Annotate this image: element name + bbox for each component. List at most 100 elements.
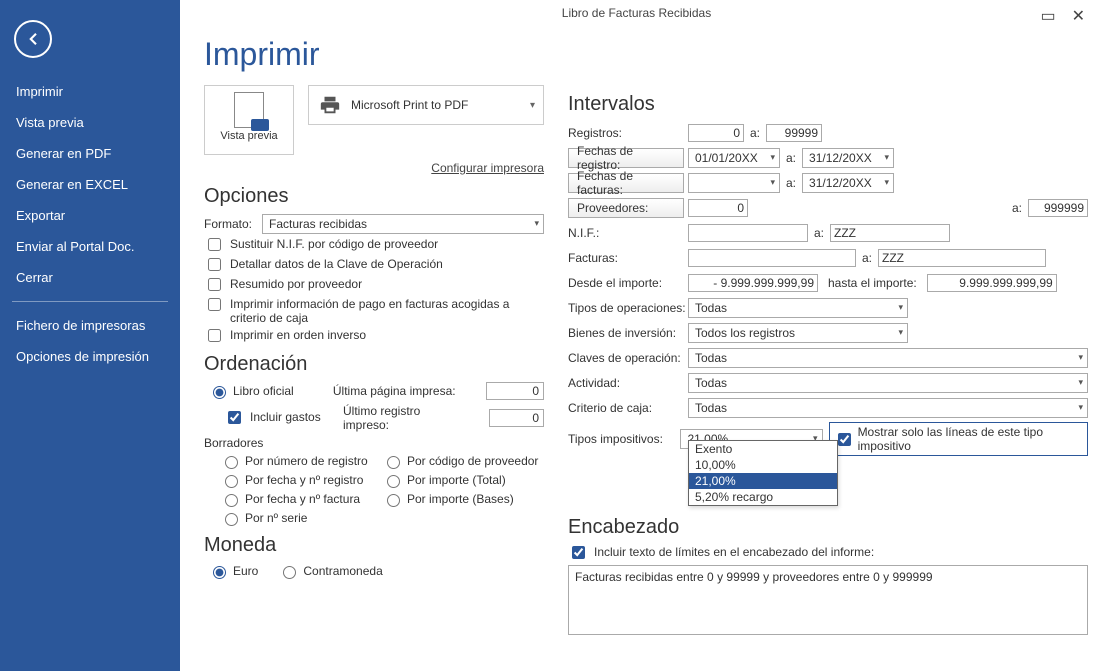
tipos-imp-option[interactable]: 10,00%: [689, 457, 837, 473]
sidebar-item-fichero-impresoras[interactable]: Fichero de impresoras: [0, 310, 180, 341]
chk-incluir-gastos[interactable]: Incluir gastos: [224, 410, 323, 427]
registros-from[interactable]: 0: [688, 124, 744, 142]
tipos-imp-option[interactable]: Exento: [689, 441, 837, 457]
radio-fecha-factura[interactable]: Por fecha y nº factura: [220, 491, 382, 507]
chk-orden-inverso[interactable]: Imprimir en orden inverso: [204, 328, 544, 345]
claves-combo[interactable]: Todas▾: [688, 348, 1088, 368]
freg-from[interactable]: 01/01/20XX▾: [688, 148, 780, 168]
sidebar-item-pdf[interactable]: Generar en PDF: [0, 138, 180, 169]
chk-info-pago[interactable]: Imprimir información de pago en facturas…: [204, 297, 544, 325]
fact-to[interactable]: ZZZ: [878, 249, 1046, 267]
chk-sustituir-nif[interactable]: Sustituir N.I.F. por código de proveedor: [204, 237, 544, 254]
tipos-imp-option[interactable]: 5,20% recargo: [689, 489, 837, 505]
desde-importe-label: Desde el importe:: [568, 276, 688, 290]
sidebar-item-imprimir[interactable]: Imprimir: [0, 76, 180, 107]
radio-contramoneda[interactable]: Contramoneda: [278, 563, 382, 579]
radio-num-serie[interactable]: Por nº serie: [220, 510, 395, 526]
fact-from[interactable]: [688, 249, 856, 267]
configurar-impresora-link[interactable]: Configurar impresora: [431, 161, 544, 175]
arrow-left-icon: [24, 30, 42, 48]
ultima-pagina-value[interactable]: 0: [486, 382, 544, 400]
sidebar-item-excel[interactable]: Generar en EXCEL: [0, 169, 180, 200]
fechas-registro-button[interactable]: Fechas de registro:: [568, 148, 684, 168]
radio-codigo-proveedor[interactable]: Por código de proveedor: [382, 453, 544, 469]
chk-detallar-clave[interactable]: Detallar datos de la Clave de Operación: [204, 257, 544, 274]
main-area: Libro de Facturas Recibidas ▭ ✕ Imprimir…: [180, 0, 1093, 671]
encabezado-text[interactable]: Facturas recibidas entre 0 y 99999 y pro…: [568, 565, 1088, 635]
bienes-label: Bienes de inversión:: [568, 326, 688, 340]
radio-euro[interactable]: Euro: [208, 563, 258, 579]
chk-incluir-texto[interactable]: Incluir texto de límites en el encabezad…: [568, 545, 1088, 562]
tipos-imp-label: Tipos impositivos:: [568, 432, 680, 446]
section-moneda: Moneda: [204, 534, 544, 557]
sidebar-item-enviar[interactable]: Enviar al Portal Doc.: [0, 231, 180, 262]
window-title: Libro de Facturas Recibidas: [180, 6, 1093, 20]
tipos-imp-dropdown[interactable]: Exento10,00%21,00%5,20% recargo: [688, 440, 838, 506]
radio-importe-total[interactable]: Por importe (Total): [382, 472, 544, 488]
formato-label: Formato:: [204, 217, 262, 231]
ultima-pagina-label: Última página impresa:: [333, 384, 466, 398]
nif-to[interactable]: ZZZ: [830, 224, 950, 242]
sidebar: Imprimir Vista previa Generar en PDF Gen…: [0, 0, 180, 671]
ffac-from[interactable]: ▾: [688, 173, 780, 193]
chevron-down-icon: ▾: [770, 152, 775, 163]
freg-to[interactable]: 31/12/20XX▾: [802, 148, 894, 168]
document-icon: [234, 92, 264, 128]
tipos-op-label: Tipos de operaciones:: [568, 301, 688, 315]
desde-importe-value[interactable]: - 9.999.999.999,99: [688, 274, 818, 292]
sidebar-item-exportar[interactable]: Exportar: [0, 200, 180, 231]
sidebar-item-cerrar[interactable]: Cerrar: [0, 262, 180, 293]
prov-to[interactable]: 999999: [1028, 199, 1088, 217]
chevron-down-icon: ▾: [1078, 402, 1083, 413]
fechas-facturas-button[interactable]: Fechas de facturas:: [568, 173, 684, 193]
hasta-importe-label: hasta el importe:: [828, 276, 917, 290]
registros-to[interactable]: 99999: [766, 124, 822, 142]
sidebar-item-opciones-impresion[interactable]: Opciones de impresión: [0, 341, 180, 372]
section-intervalos: Intervalos: [568, 93, 1088, 116]
chevron-down-icon: ▾: [898, 327, 903, 338]
sidebar-separator: [12, 301, 168, 302]
chevron-down-icon: ▾: [884, 177, 889, 188]
maximize-icon[interactable]: ▭: [1040, 6, 1055, 26]
ultimo-registro-label: Último registro impreso:: [343, 404, 469, 432]
registros-label: Registros:: [568, 126, 688, 140]
formato-combo[interactable]: Facturas recibidas ▾: [262, 214, 544, 234]
chevron-down-icon: ▾: [534, 218, 539, 229]
printer-icon: [319, 94, 341, 116]
radio-libro-oficial[interactable]: Libro oficial: [208, 383, 313, 399]
prov-from[interactable]: 0: [688, 199, 748, 217]
back-button[interactable]: [14, 20, 52, 58]
sidebar-item-vista-previa[interactable]: Vista previa: [0, 107, 180, 138]
chevron-down-icon: ▾: [898, 302, 903, 313]
tipos-imp-option[interactable]: 21,00%: [689, 473, 837, 489]
chevron-down-icon: ▾: [770, 177, 775, 188]
radio-importe-bases[interactable]: Por importe (Bases): [382, 491, 544, 507]
titlebar: Libro de Facturas Recibidas ▭ ✕: [180, 6, 1093, 26]
printer-selector[interactable]: Microsoft Print to PDF ▾: [308, 85, 544, 125]
nif-from[interactable]: [688, 224, 808, 242]
page-title: Imprimir: [204, 36, 1069, 73]
vista-previa-button[interactable]: Vista previa: [204, 85, 294, 155]
actividad-label: Actividad:: [568, 376, 688, 390]
criterio-combo[interactable]: Todas▾: [688, 398, 1088, 418]
bienes-combo[interactable]: Todos los registros▾: [688, 323, 908, 343]
hasta-importe-value[interactable]: 9.999.999.999,99: [927, 274, 1057, 292]
radio-fecha-registro[interactable]: Por fecha y nº registro: [220, 472, 382, 488]
chk-mostrar-lineas[interactable]: Mostrar solo las líneas de este tipo imp…: [829, 422, 1088, 456]
facturas-label: Facturas:: [568, 251, 688, 265]
section-ordenacion: Ordenación: [204, 353, 544, 376]
ffac-to[interactable]: 31/12/20XX▾: [802, 173, 894, 193]
proveedores-button[interactable]: Proveedores:: [568, 198, 684, 218]
radio-num-registro[interactable]: Por número de registro: [220, 453, 382, 469]
vista-previa-label: Vista previa: [220, 130, 277, 142]
chk-resumido[interactable]: Resumido por proveedor: [204, 277, 544, 294]
actividad-combo[interactable]: Todas▾: [688, 373, 1088, 393]
formato-value: Facturas recibidas: [269, 217, 367, 231]
printer-name: Microsoft Print to PDF: [351, 98, 468, 112]
ultimo-registro-value[interactable]: 0: [489, 409, 544, 427]
claves-label: Claves de operación:: [568, 351, 688, 365]
close-icon[interactable]: ✕: [1072, 6, 1085, 26]
borradores-label: Borradores: [204, 436, 544, 450]
chevron-down-icon: ▾: [1078, 352, 1083, 363]
tipos-op-combo[interactable]: Todas▾: [688, 298, 908, 318]
